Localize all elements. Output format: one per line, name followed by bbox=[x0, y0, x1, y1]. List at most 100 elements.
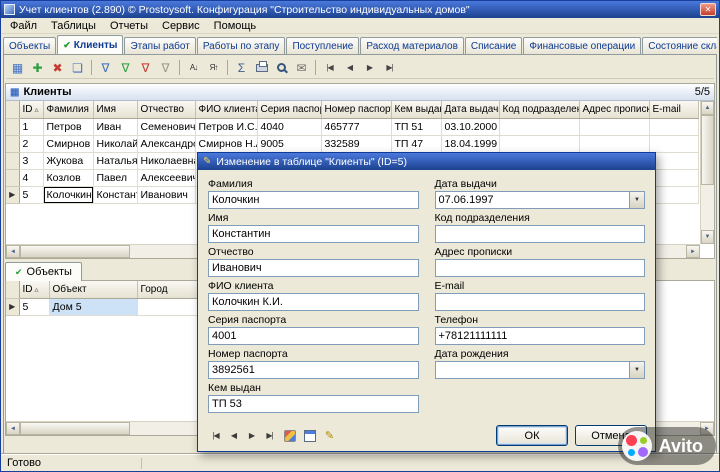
cell-last-name[interactable]: Козлов bbox=[43, 169, 93, 186]
cell-id[interactable]: 4 bbox=[19, 169, 43, 186]
row-selector-header[interactable] bbox=[6, 281, 19, 298]
cell-last-name[interactable]: Колочкин bbox=[43, 186, 93, 203]
menu-help[interactable]: Помощь bbox=[207, 19, 264, 33]
sum-button[interactable]: Σ bbox=[232, 58, 251, 77]
column-header-Дата выдачи[interactable]: Дата выдачи bbox=[441, 101, 499, 118]
division-code-input[interactable] bbox=[435, 225, 646, 243]
table-row[interactable]: ▶5Дом 5 bbox=[6, 298, 199, 315]
table-row[interactable]: 2СмирновНиколайАлександровСмирнов Н.А.90… bbox=[6, 135, 698, 152]
cell-address[interactable] bbox=[579, 135, 649, 152]
row-selector[interactable]: ▶ bbox=[6, 186, 19, 203]
menu-tables[interactable]: Таблицы bbox=[44, 19, 103, 33]
delete-record-button[interactable]: ✖ bbox=[48, 58, 67, 77]
column-header-ID[interactable]: ID▵ bbox=[19, 281, 49, 298]
last-record-button[interactable]: ▶| bbox=[380, 58, 399, 77]
cell-passport-number[interactable]: 465777 bbox=[321, 118, 391, 135]
middle-name-input[interactable] bbox=[208, 259, 419, 277]
cell-first-name[interactable]: Павел bbox=[93, 169, 137, 186]
tab-receipt[interactable]: Поступление bbox=[286, 37, 359, 55]
scroll-down-button[interactable]: ▼ bbox=[701, 230, 714, 244]
next-record-button[interactable]: ▶ bbox=[244, 428, 259, 443]
ok-button[interactable]: ОК bbox=[496, 425, 568, 446]
edit-button[interactable]: ✎ bbox=[322, 428, 337, 443]
cell-issue-date[interactable]: 03.10.2000 bbox=[441, 118, 499, 135]
column-header-Серия паспорта[interactable]: Серия паспорта bbox=[257, 101, 321, 118]
column-header-Отчество[interactable]: Отчество bbox=[137, 101, 195, 118]
passport-series-input[interactable] bbox=[208, 327, 419, 345]
column-header-E-mail[interactable]: E-mail bbox=[649, 101, 698, 118]
scroll-thumb[interactable] bbox=[20, 245, 130, 258]
column-header-Имя[interactable]: Имя bbox=[93, 101, 137, 118]
cell-email[interactable] bbox=[649, 152, 698, 169]
row-selector[interactable]: ▶ bbox=[6, 298, 19, 315]
issue-date-dropdown-button[interactable]: ▼ bbox=[629, 192, 644, 208]
issue-date-input[interactable] bbox=[435, 191, 646, 209]
column-header-Кем выдан[interactable]: Кем выдан bbox=[391, 101, 441, 118]
cell-last-name[interactable]: Жукова bbox=[43, 152, 93, 169]
birth-date-input[interactable] bbox=[435, 361, 646, 379]
first-record-button[interactable]: |◀ bbox=[208, 428, 223, 443]
first-name-input[interactable] bbox=[208, 225, 419, 243]
mail-button[interactable]: ✉ bbox=[292, 58, 311, 77]
title-bar[interactable]: Учет клиентов (2.890) © Prostoysoft. Кон… bbox=[1, 1, 719, 18]
palette-button[interactable] bbox=[282, 428, 297, 443]
cell-division-code[interactable] bbox=[499, 135, 579, 152]
scroll-right-button[interactable]: ► bbox=[686, 245, 700, 258]
last-record-button[interactable]: ▶| bbox=[262, 428, 277, 443]
cell-id[interactable]: 5 bbox=[19, 298, 49, 315]
cell-last-name[interactable]: Смирнов bbox=[43, 135, 93, 152]
tab-materials-consumption[interactable]: Расход материалов bbox=[360, 37, 464, 55]
sort-asc-button[interactable]: A↓ bbox=[184, 58, 203, 77]
prev-record-button[interactable]: ◀ bbox=[340, 58, 359, 77]
row-selector[interactable] bbox=[6, 169, 19, 186]
scroll-left-button[interactable]: ◄ bbox=[6, 422, 20, 435]
tab-financial-operations[interactable]: Финансовые операции bbox=[523, 37, 641, 55]
tab-works-by-stage[interactable]: Работы по этапу bbox=[197, 37, 286, 55]
full-name-input[interactable] bbox=[208, 293, 419, 311]
first-record-button[interactable]: |◀ bbox=[320, 58, 339, 77]
cell-last-name[interactable]: Петров bbox=[43, 118, 93, 135]
column-header-Объект[interactable]: Объект bbox=[49, 281, 137, 298]
scroll-left-button[interactable]: ◄ bbox=[6, 245, 20, 258]
passport-number-input[interactable] bbox=[208, 361, 419, 379]
birth-date-dropdown-button[interactable]: ▼ bbox=[629, 362, 644, 378]
filter-selection-button[interactable]: ∇ bbox=[116, 58, 135, 77]
menu-file[interactable]: Файл bbox=[3, 19, 44, 33]
scroll-up-button[interactable]: ▲ bbox=[701, 101, 714, 115]
cell-middle-name[interactable]: Семенович bbox=[137, 118, 195, 135]
print-button[interactable] bbox=[252, 58, 271, 77]
cell-full-name[interactable]: Петров И.С. bbox=[195, 118, 257, 135]
dialog-title-bar[interactable]: ✎ Изменение в таблице "Клиенты" (ID=5) bbox=[198, 153, 655, 170]
menu-reports[interactable]: Отчеты bbox=[103, 19, 155, 33]
issued-by-input[interactable] bbox=[208, 395, 419, 413]
cell-id[interactable]: 2 bbox=[19, 135, 43, 152]
column-header-Адрес прописки[interactable]: Адрес прописки bbox=[579, 101, 649, 118]
cell-issued-by[interactable]: ТП 47 bbox=[391, 135, 441, 152]
cell-first-name[interactable]: Константин bbox=[93, 186, 137, 203]
cell-id[interactable]: 1 bbox=[19, 118, 43, 135]
search-button[interactable] bbox=[272, 58, 291, 77]
cell-address[interactable] bbox=[579, 118, 649, 135]
cell-email[interactable] bbox=[649, 169, 698, 186]
form-button[interactable] bbox=[302, 428, 317, 443]
last-name-input[interactable] bbox=[208, 191, 419, 209]
row-selector[interactable] bbox=[6, 118, 19, 135]
prev-record-button[interactable]: ◀ bbox=[226, 428, 241, 443]
cell-id[interactable]: 5 bbox=[19, 186, 43, 203]
column-header-ID[interactable]: ID▵ bbox=[19, 101, 43, 118]
cell-first-name[interactable]: Наталья bbox=[93, 152, 137, 169]
copy-record-button[interactable]: ❏ bbox=[68, 58, 87, 77]
column-header-Фамилия[interactable]: Фамилия bbox=[43, 101, 93, 118]
tab-write-off[interactable]: Списание bbox=[465, 37, 522, 55]
cell-passport-series[interactable]: 4040 bbox=[257, 118, 321, 135]
tab-objects[interactable]: Объекты bbox=[3, 37, 56, 55]
menu-service[interactable]: Сервис bbox=[155, 19, 207, 33]
cell-first-name[interactable]: Иван bbox=[93, 118, 137, 135]
cell-email[interactable] bbox=[649, 135, 698, 152]
cell-id[interactable]: 3 bbox=[19, 152, 43, 169]
close-button[interactable]: ✕ bbox=[700, 3, 716, 16]
cell-issue-date[interactable]: 18.04.1999 bbox=[441, 135, 499, 152]
new-record-button[interactable]: ✚ bbox=[28, 58, 47, 77]
cell-middle-name[interactable]: Николаевна bbox=[137, 152, 195, 169]
column-header-ФИО клиента[interactable]: ФИО клиента bbox=[195, 101, 257, 118]
